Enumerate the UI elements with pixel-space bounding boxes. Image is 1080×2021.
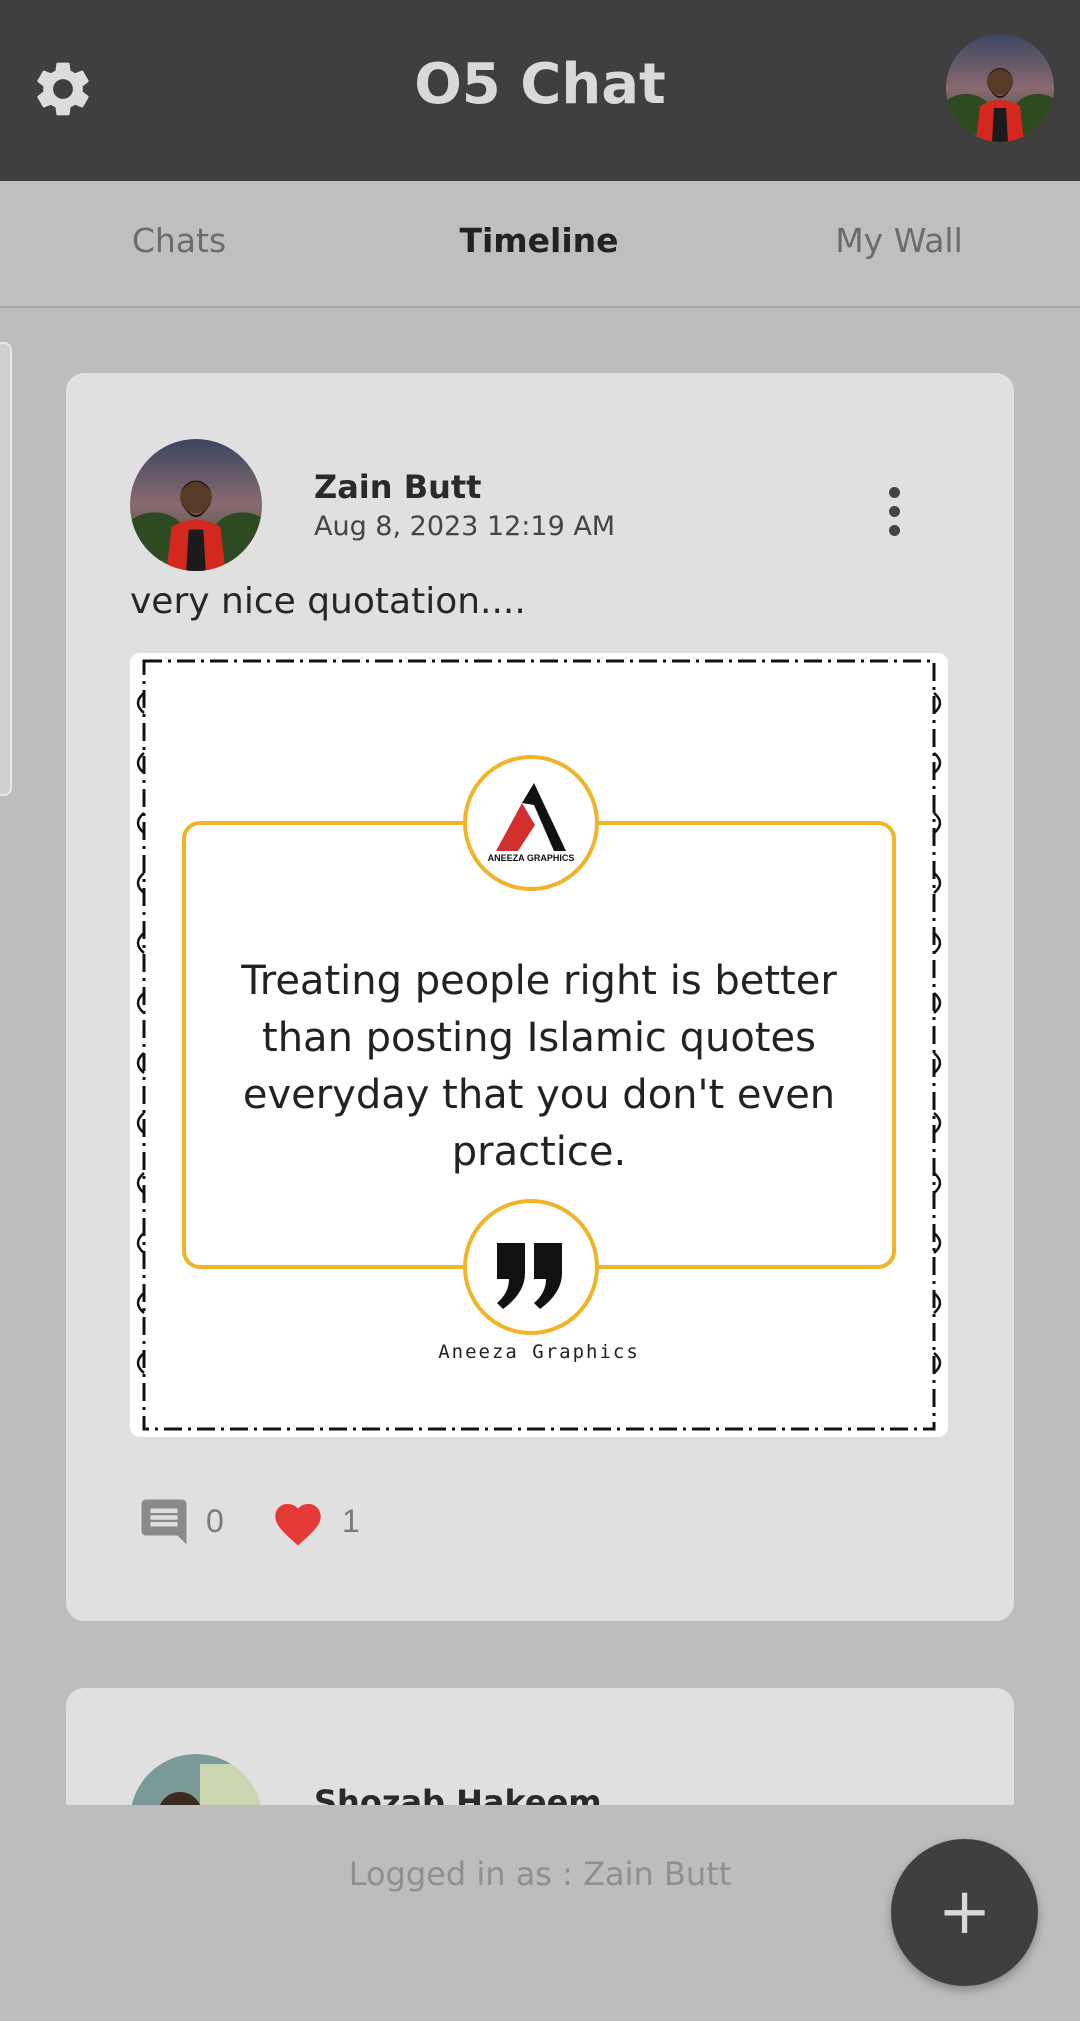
post-card: Zain Butt Aug 8, 2023 12:19 AM very nice… — [66, 373, 1014, 1621]
app-title: O5 Chat — [414, 52, 666, 117]
post-author-name[interactable]: Zain Butt — [314, 468, 481, 506]
post-author-avatar[interactable] — [130, 439, 262, 571]
tab-chats[interactable]: Chats — [59, 221, 299, 260]
post-timestamp: Aug 8, 2023 12:19 AM — [314, 511, 616, 542]
profile-avatar[interactable] — [946, 34, 1054, 142]
comment-icon[interactable] — [136, 1495, 192, 1549]
post-text: very nice quotation.... — [130, 581, 526, 622]
more-options-icon[interactable] — [872, 481, 916, 543]
app-bar: O5 Chat — [0, 0, 1080, 181]
add-post-button[interactable]: + — [891, 1839, 1038, 1986]
plus-icon: + — [937, 1875, 992, 1949]
post-image[interactable]: ANEEZA GRAPHICS Treating people right is… — [130, 653, 948, 1437]
comment-count: 0 — [206, 1503, 224, 1539]
quote-text: Treating people right is better than pos… — [241, 958, 837, 1175]
tab-bar: Chats Timeline My Wall — [0, 181, 1080, 308]
tab-my-wall[interactable]: My Wall — [779, 221, 1019, 260]
like-count: 1 — [342, 1503, 360, 1539]
tab-timeline[interactable]: Timeline — [419, 221, 659, 260]
heart-icon[interactable] — [270, 1497, 326, 1547]
logo-text: ANEEZA GRAPHICS — [488, 853, 575, 863]
brand-name: Aneeza Graphics — [438, 1341, 640, 1363]
drawer-handle[interactable] — [0, 342, 12, 796]
